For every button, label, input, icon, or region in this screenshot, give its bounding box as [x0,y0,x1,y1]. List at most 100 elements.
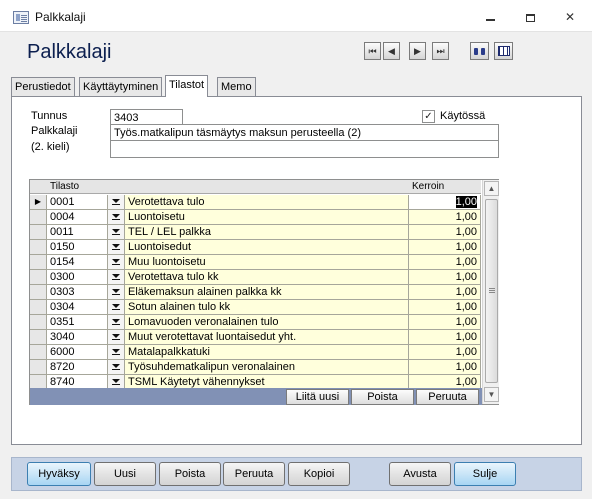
tilasto-description-cell: Luontoisedut [125,240,409,255]
next-record-button[interactable]: ▶ [409,42,426,60]
table-row[interactable]: 0304 Sotun alainen tulo kk 1,00 [30,300,481,315]
close-button[interactable]: ✕ [557,8,583,26]
row-selector[interactable] [30,345,47,360]
kerroin-value: 1,00 [455,331,477,343]
row-selector[interactable]: ▶ [30,195,47,210]
tilasto-code-cell[interactable]: 0001 [47,195,108,210]
datasheet-view-button[interactable] [494,42,513,60]
subform-poista-button[interactable]: Poista [351,389,414,405]
kerroin-value: 1,00 [455,286,477,298]
tilasto-code-cell[interactable]: 3040 [47,330,108,345]
kaytossa-checkbox[interactable]: ✓ [422,110,435,123]
tilasto-code-cell[interactable]: 0011 [47,225,108,240]
table-row[interactable]: 0011 TEL / LEL palkka 1,00 [30,225,481,240]
tilasto-dropdown-button[interactable] [108,210,125,225]
table-row[interactable]: 0351 Lomavuoden veronalainen tulo 1,00 [30,315,481,330]
tilasto-dropdown-button[interactable] [108,345,125,360]
row-selector[interactable] [30,240,47,255]
kerroin-cell[interactable]: 1,00 [409,240,481,255]
hyvaksy-button[interactable]: Hyväksy [27,462,91,486]
tilasto-dropdown-button[interactable] [108,315,125,330]
kerroin-cell[interactable]: 1,00 [409,225,481,240]
kerroin-cell[interactable]: 1,00 [409,255,481,270]
kerroin-cell[interactable]: 1,00 [409,345,481,360]
tilasto-code-cell[interactable]: 0351 [47,315,108,330]
liita-uusi-button[interactable]: Liitä uusi [286,389,349,405]
tilasto-dropdown-button[interactable] [108,240,125,255]
table-row[interactable]: 8720 Työsuhdematkalipun veronalainen 1,00 [30,360,481,375]
search-button[interactable] [470,42,489,60]
tilasto-dropdown-button[interactable] [108,330,125,345]
tab-memo[interactable]: Memo [217,77,256,96]
subform-peruuta-button[interactable]: Peruuta [416,389,479,405]
kerroin-cell[interactable]: 1,00 [409,315,481,330]
scroll-down-button[interactable]: ▼ [484,387,499,402]
tilasto-code-cell[interactable]: 0154 [47,255,108,270]
kerroin-cell[interactable]: 1,00 [409,360,481,375]
poista-button[interactable]: Poista [159,462,221,486]
table-row[interactable]: 0004 Luontoisetu 1,00 [30,210,481,225]
table-row[interactable]: 0154 Muu luontoisetu 1,00 [30,255,481,270]
row-selector[interactable] [30,300,47,315]
chevron-down-icon [112,244,120,250]
kopioi-button[interactable]: Kopioi [288,462,350,486]
previous-record-button[interactable]: ◀ [383,42,400,60]
vertical-scrollbar[interactable]: ▲ ▼ [482,180,499,404]
tilasto-code-cell[interactable]: 0150 [47,240,108,255]
last-record-button[interactable]: ⏭ [432,42,449,60]
tilasto-description-cell: Muu luontoisetu [125,255,409,270]
row-selector[interactable] [30,270,47,285]
sulje-button[interactable]: Sulje [454,462,516,486]
tab-kayttaytyminen[interactable]: Käyttäytyminen [79,77,163,96]
tilasto-dropdown-button[interactable] [108,255,125,270]
tilasto-dropdown-button[interactable] [108,300,125,315]
maximize-button[interactable] [517,8,543,26]
row-selector[interactable] [30,315,47,330]
tilasto-dropdown-button[interactable] [108,195,125,210]
row-selector[interactable] [30,255,47,270]
tilasto-code-cell[interactable]: 6000 [47,345,108,360]
peruuta-button[interactable]: Peruuta [223,462,285,486]
kerroin-cell[interactable]: 1,00 [409,195,481,210]
tilasto-code-cell[interactable]: 0304 [47,300,108,315]
row-selector[interactable] [30,210,47,225]
kerroin-cell[interactable]: 1,00 [409,330,481,345]
kerroin-value: 1,00 [455,316,477,328]
scroll-up-button[interactable]: ▲ [484,181,499,196]
kieli-label: (2. kieli) [31,141,70,153]
tilasto-code-cell[interactable]: 0303 [47,285,108,300]
tilasto-code-cell[interactable]: 0300 [47,270,108,285]
tilasto-code-cell[interactable]: 0004 [47,210,108,225]
kerroin-cell[interactable]: 1,00 [409,300,481,315]
next-record-icon: ▶ [414,46,421,56]
binoculars-icon [474,46,485,56]
kerroin-cell[interactable]: 1,00 [409,210,481,225]
avusta-button[interactable]: Avusta [389,462,451,486]
row-selector[interactable] [30,225,47,240]
kerroin-cell[interactable]: 1,00 [409,285,481,300]
table-row[interactable]: 3040 Muut verotettavat luontaisedut yht. 1… [30,330,481,345]
tilasto-dropdown-button[interactable] [108,285,125,300]
row-selector[interactable] [30,360,47,375]
table-row[interactable]: 6000 Matalapalkkatuki 1,00 [30,345,481,360]
table-row[interactable]: ▶ 0001 Verotettava tulo 1,00 [30,195,481,210]
liita-uusi-label: Liitä uusi [295,391,340,403]
tab-perustiedot[interactable]: Perustiedot [11,77,75,96]
tilasto-dropdown-button[interactable] [108,225,125,240]
kieli-field[interactable] [110,140,499,158]
table-row[interactable]: 0150 Luontoisedut 1,00 [30,240,481,255]
scroll-thumb[interactable] [485,199,498,383]
row-selector[interactable] [30,330,47,345]
minimize-button[interactable] [477,8,503,26]
table-row[interactable]: 0300 Verotettava tulo kk 1,00 [30,270,481,285]
row-selector[interactable] [30,285,47,300]
tab-tilastot[interactable]: Tilastot [165,75,209,97]
tilasto-code-cell[interactable]: 8720 [47,360,108,375]
uusi-button[interactable]: Uusi [94,462,156,486]
first-record-button[interactable]: ⏮ [364,42,381,60]
kaytossa-label: Käytössä [440,110,486,122]
tilasto-dropdown-button[interactable] [108,270,125,285]
tilasto-dropdown-button[interactable] [108,360,125,375]
kerroin-cell[interactable]: 1,00 [409,270,481,285]
table-row[interactable]: 0303 Eläkemaksun alainen palkka kk 1,00 [30,285,481,300]
